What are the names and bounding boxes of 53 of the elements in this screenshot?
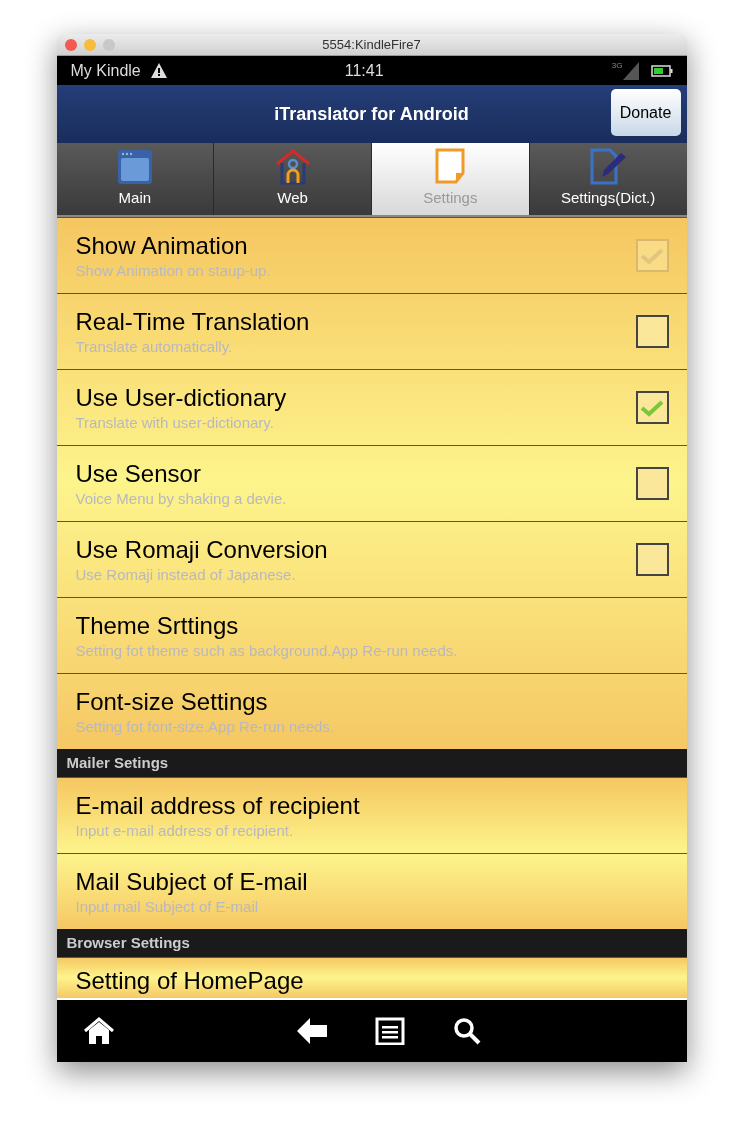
setting-title: Use Sensor: [75, 458, 202, 489]
battery-icon: [650, 64, 673, 77]
settings-row[interactable]: E-mail address of recipient Input e-mail address of recipient.: [56, 777, 687, 853]
window-icon: [116, 148, 153, 185]
setting-title: Setting of HomePage: [75, 967, 304, 994]
setting-summary: Setting fot font-size.App Re-run needs.: [75, 716, 335, 737]
setting-summary: Input e-mail address of recipient.: [75, 820, 295, 841]
settings-row[interactable]: Use User-dictionary Translate with user-dictionary.: [56, 369, 687, 445]
setting-title: Use Romaji Conversion: [75, 534, 329, 565]
carrier-label: My Kindle: [70, 60, 141, 81]
checkbox[interactable]: [635, 467, 669, 500]
setting-summary: Use Romaji instead of Japanese.: [75, 564, 297, 585]
setting-title: Mail Subject of E-mail: [75, 866, 309, 897]
setting-summary: Translate with user-dictionary.: [75, 412, 275, 433]
back-icon[interactable]: [296, 1018, 327, 1044]
close-button[interactable]: [64, 39, 77, 51]
setting-title: Font-size Settings: [75, 686, 269, 717]
home-icon[interactable]: [82, 1017, 115, 1045]
settings-row[interactable]: Use Romaji Conversion Use Romaji instead of Japanese.: [56, 521, 687, 597]
network-label: 3G: [611, 59, 623, 72]
settings-row[interactable]: Theme Srttings Setting fot theme such as background.App Re-run needs.: [56, 597, 687, 673]
settings-row[interactable]: Use Sensor Voice Menu by shaking a devie.: [56, 445, 687, 521]
tab[interactable]: Web: [213, 143, 371, 215]
check-icon: [640, 398, 664, 417]
setting-summary: Show Animation on staup-up.: [75, 260, 272, 281]
setting-summary: Input mail Subject of E-mail: [75, 896, 260, 917]
window-title: 5554:KindleFire7: [322, 35, 421, 54]
menu-icon[interactable]: [374, 1017, 405, 1045]
setting-title: Use User-dictionary: [75, 382, 288, 413]
setting-summary: Setting fot theme such as background.App Re-run needs.: [75, 640, 459, 661]
house-icon: [273, 146, 312, 185]
tab[interactable]: Main: [56, 143, 214, 215]
checkbox[interactable]: [635, 391, 669, 424]
setting-title: E-mail address of recipient: [75, 790, 361, 821]
check-icon: [640, 246, 664, 265]
tab[interactable]: Settings(Dict.): [528, 143, 687, 215]
setting-summary: Voice Menu by shaking a devie.: [75, 488, 288, 509]
clock: 11:41: [344, 60, 384, 81]
checkbox[interactable]: [635, 543, 669, 576]
setting-summary: Translate automatically.: [75, 336, 234, 357]
checkbox[interactable]: [635, 315, 669, 348]
warning-icon: [150, 63, 167, 78]
note-icon: [434, 146, 467, 185]
app-title: iTranslator for Android: [274, 102, 469, 126]
donate-button[interactable]: Donate: [610, 89, 681, 136]
signal-icon: [622, 61, 639, 80]
section-header: Mailer Setings: [56, 749, 687, 777]
section-header: Browser Settings: [56, 929, 687, 957]
settings-row[interactable]: Real-Time Translation Translate automatically.: [56, 293, 687, 369]
setting-title: Show Animation: [75, 230, 249, 261]
setting-title: Real-Time Translation: [75, 306, 311, 337]
setting-title: Theme Srttings: [75, 610, 240, 641]
search-icon[interactable]: [452, 1017, 481, 1045]
